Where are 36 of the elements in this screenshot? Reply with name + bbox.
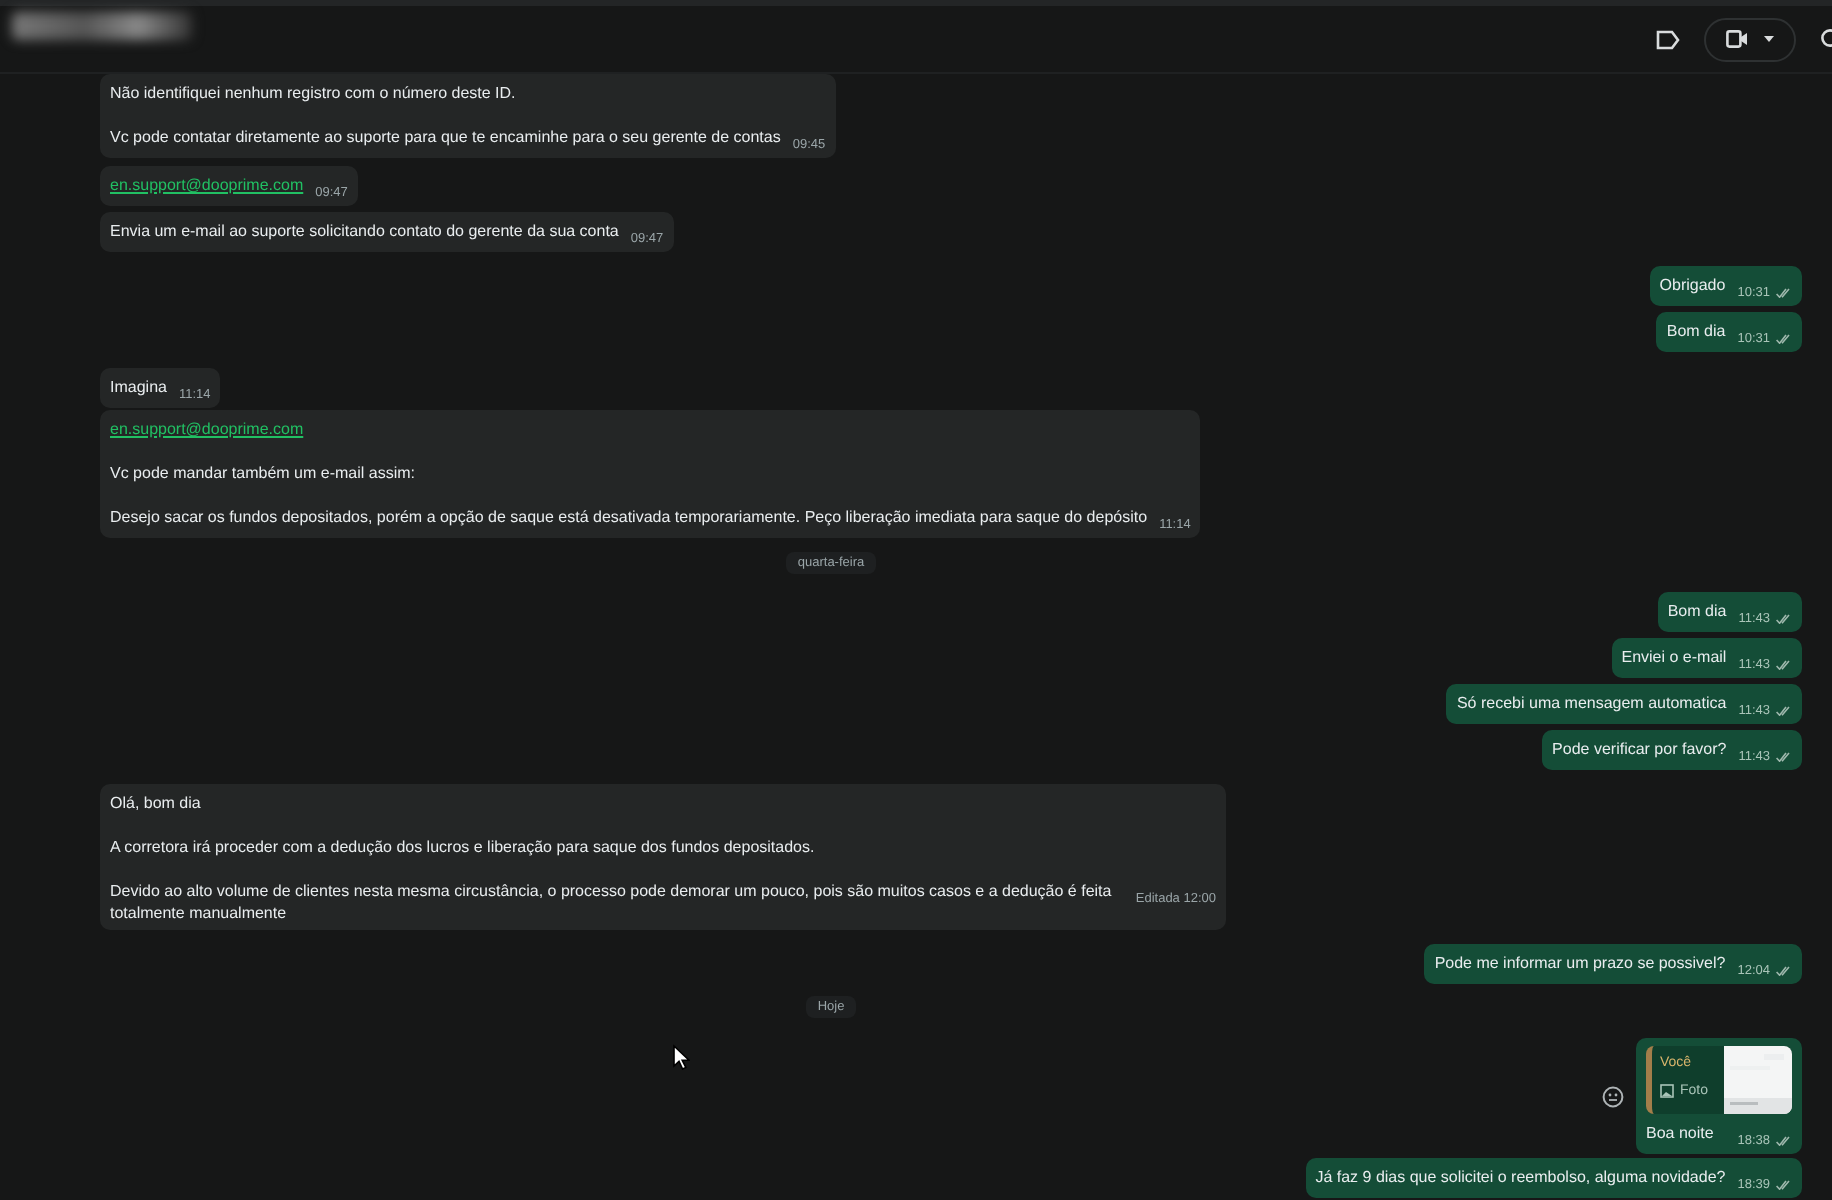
message-text: Enviei o e-mail [1621, 648, 1727, 666]
message-text: Boa noite [1646, 1124, 1714, 1142]
message-text: Vc pode contatar diretamente ao suporte para que te encaminhe para o seu gerente de contas [110, 128, 781, 146]
label-icon[interactable] [1656, 29, 1680, 49]
message-text: Só recebi uma mensagem automatica [1456, 694, 1727, 712]
message-text: A corretora irá proceder com a dedução dos lucros e liberação para saque dos fundos depositados. [110, 838, 815, 856]
message-text: Desejo sacar os fundos depositados, porém a opção de saque está desativada temporariamente. Peço liberação imediata para saque do depósito [110, 508, 1148, 526]
email-link[interactable]: en.support@dooprime.com [110, 176, 304, 194]
double-check-icon [1776, 966, 1792, 976]
photo-icon [1660, 1084, 1674, 1098]
video-camera-icon [1726, 30, 1748, 48]
double-check-icon [1776, 334, 1792, 344]
message-text: Bom dia [1667, 602, 1727, 620]
double-check-icon [1776, 1136, 1792, 1146]
message-text: Vc pode mandar também um e-mail assim: [110, 464, 415, 482]
double-check-icon [1776, 614, 1792, 624]
double-check-icon [1776, 706, 1792, 716]
message-text: Bom dia [1666, 322, 1726, 340]
double-check-icon [1776, 752, 1792, 762]
message-text: Envia um e-mail ao suporte solicitando contato do gerente da sua conta [110, 222, 619, 240]
message-text: Obrigado [1659, 276, 1726, 294]
message-text: Já faz 9 dias que solicitei o reembolso, alguma novidade? [1315, 1168, 1726, 1186]
double-check-icon [1776, 1180, 1792, 1190]
cursor-icon [672, 1044, 690, 1070]
message-text: Olá, bom dia [110, 794, 201, 812]
double-check-icon [1776, 660, 1792, 670]
message-text: Pode me informar um prazo se possivel? [1434, 954, 1726, 972]
email-link[interactable]: en.support@dooprime.com [110, 420, 304, 438]
caret-icon [1764, 36, 1774, 42]
double-check-icon [1776, 288, 1792, 298]
emoji-icon[interactable] [1602, 1085, 1624, 1107]
message-text: Devido ao alto volume de clientes nesta mesma circustância, o processo pode demorar um pouco, pois são muitos casos e a dedução é feita totalmente manualmente [110, 882, 1112, 922]
message-text: Pode verificar por favor? [1552, 740, 1727, 758]
video-call-button[interactable] [1704, 17, 1796, 61]
message-text: Imagina [110, 378, 167, 396]
message-text: Não identifiquei nenhum registro com o número deste ID. [110, 84, 516, 102]
